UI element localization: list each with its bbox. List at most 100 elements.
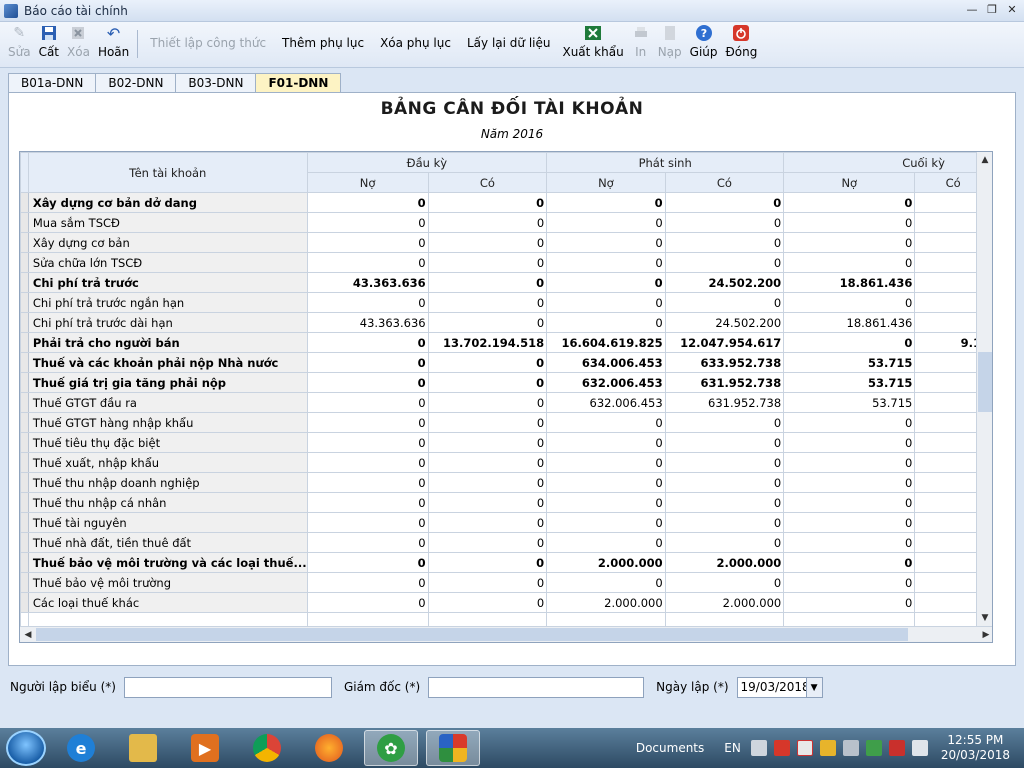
opening-credit-cell[interactable]: 0 xyxy=(427,532,548,553)
opening-debit-cell[interactable]: 43.363.636 xyxy=(306,312,429,333)
taskbar-explorer[interactable] xyxy=(116,730,170,766)
taskbar-misa[interactable] xyxy=(426,730,480,766)
opening-debit-cell[interactable]: 0 xyxy=(306,512,429,533)
closing-debit-cell[interactable]: 0 xyxy=(783,592,916,613)
closing-debit-cell[interactable]: 0 xyxy=(783,212,916,233)
movement-debit-cell[interactable]: 632.006.453 xyxy=(546,372,666,393)
opening-credit-cell[interactable]: 0 xyxy=(427,352,548,373)
taskbar-coccoc[interactable]: ✿ xyxy=(364,730,418,766)
opening-debit-cell[interactable]: 0 xyxy=(306,492,429,513)
account-name-cell[interactable]: Chi phí trả trước xyxy=(27,272,308,293)
opening-debit-cell[interactable]: 0 xyxy=(306,212,429,233)
movement-debit-cell[interactable]: 0 xyxy=(546,232,666,253)
table-row[interactable]: Phải trả cho người bán 0 13.702.194.518 16.… xyxy=(20,332,992,353)
table-row[interactable]: Xây dựng cơ bản dở dang 0 0 0 0 0 xyxy=(20,192,992,213)
movement-debit-cell[interactable]: 0 xyxy=(546,472,666,493)
table-row[interactable]: Sửa chữa lớn TSCĐ 0 0 0 0 0 xyxy=(20,252,992,273)
movement-debit-cell[interactable]: 0 xyxy=(546,192,666,213)
movement-credit-cell[interactable]: 0 xyxy=(664,212,785,233)
closing-debit-cell[interactable]: 0 xyxy=(783,412,916,433)
scroll-up-icon[interactable]: ▲ xyxy=(977,152,992,168)
row-selector[interactable] xyxy=(20,572,29,593)
account-name-cell[interactable]: Chi phí trả trước ngắn hạn xyxy=(27,292,308,313)
add-appendix-button[interactable]: Thêm phụ lục xyxy=(274,22,372,50)
movement-credit-cell[interactable]: 0 xyxy=(664,532,785,553)
movement-credit-cell[interactable]: 2.000.000 xyxy=(664,552,785,573)
movement-debit-cell[interactable]: 0 xyxy=(546,512,666,533)
close-icon[interactable]: ✕ xyxy=(1004,2,1020,18)
row-selector[interactable] xyxy=(20,432,29,453)
movement-credit-cell[interactable]: 0 xyxy=(664,412,785,433)
opening-debit-cell[interactable]: 0 xyxy=(306,532,429,553)
movement-debit-cell[interactable]: 2.000.000 xyxy=(546,552,666,573)
movement-credit-cell[interactable]: 24.502.200 xyxy=(664,312,785,333)
opening-debit-cell[interactable]: 0 xyxy=(306,332,429,353)
account-name-cell[interactable]: Thuế và các khoản phải nộp Nhà nước xyxy=(27,352,308,373)
table-row[interactable]: Chi phí trả trước 43.363.636 0 0 24.502.200 1… xyxy=(20,272,992,293)
row-selector[interactable] xyxy=(20,492,29,513)
row-selector[interactable] xyxy=(20,552,29,573)
account-name-cell[interactable]: Thuế GTGT hàng nhập khẩu xyxy=(27,412,308,433)
opening-debit-cell[interactable]: 0 xyxy=(306,192,429,213)
movement-debit-cell[interactable]: 0 xyxy=(546,292,666,313)
movement-debit-cell[interactable]: 0 xyxy=(546,312,666,333)
movement-debit-cell[interactable]: 0 xyxy=(546,252,666,273)
col-header-movement-credit[interactable]: Có xyxy=(664,172,785,193)
movement-credit-cell[interactable]: 631.952.738 xyxy=(664,372,785,393)
opening-credit-cell[interactable]: 0 xyxy=(427,232,548,253)
closing-debit-cell[interactable]: 18.861.436 xyxy=(783,312,916,333)
opening-debit-cell[interactable]: 0 xyxy=(306,572,429,593)
start-button[interactable] xyxy=(6,730,46,766)
closing-debit-cell[interactable]: 0 xyxy=(783,192,916,213)
movement-debit-cell[interactable]: 0 xyxy=(546,452,666,473)
account-name-cell[interactable]: Thuế bảo vệ môi trường và các loại thuế.… xyxy=(27,552,308,573)
movement-debit-cell[interactable]: 634.006.453 xyxy=(546,352,666,373)
movement-credit-cell[interactable]: 0 xyxy=(664,192,785,213)
movement-credit-cell[interactable]: 633.952.738 xyxy=(664,352,785,373)
account-name-cell[interactable]: Thuế tài nguyên xyxy=(27,512,308,533)
row-selector[interactable] xyxy=(20,392,29,413)
muted-icon[interactable] xyxy=(888,740,905,756)
row-selector[interactable] xyxy=(20,252,29,273)
movement-credit-cell[interactable]: 631.952.738 xyxy=(664,392,785,413)
closing-debit-cell[interactable]: 53.715 xyxy=(783,392,916,413)
table-row[interactable]: Thuế thu nhập doanh nghiệp 0 0 0 0 0 xyxy=(20,472,992,493)
row-selector[interactable] xyxy=(20,412,29,433)
clock[interactable]: 12:55 PM 20/03/2018 xyxy=(941,733,1010,763)
opening-credit-cell[interactable]: 0 xyxy=(427,412,548,433)
opening-credit-cell[interactable]: 0 xyxy=(427,452,548,473)
account-name-cell[interactable]: Thuế nhà đất, tiền thuê đất xyxy=(27,532,308,553)
row-selector[interactable] xyxy=(20,292,29,313)
table-row[interactable]: Các loại thuế khác 0 0 2.000.000 2.000.000 0 xyxy=(20,592,992,613)
opening-credit-cell[interactable]: 0 xyxy=(427,432,548,453)
movement-credit-cell[interactable]: 0 xyxy=(664,292,785,313)
closing-debit-cell[interactable]: 53.715 xyxy=(783,372,916,393)
taskbar-chrome[interactable] xyxy=(240,730,294,766)
opening-credit-cell[interactable]: 0 xyxy=(427,392,548,413)
opening-debit-cell[interactable]: 0 xyxy=(306,592,429,613)
table-row[interactable]: Thuế tiêu thụ đặc biệt 0 0 0 0 0 xyxy=(20,432,992,453)
closing-debit-cell[interactable]: 0 xyxy=(783,572,916,593)
language-indicator[interactable]: EN xyxy=(724,741,741,755)
account-name-cell[interactable]: Mua sắm TSCĐ xyxy=(27,212,308,233)
opening-credit-cell[interactable]: 0 xyxy=(427,572,548,593)
opening-credit-cell[interactable]: 13.702.194.518 xyxy=(427,332,548,353)
account-name-cell[interactable]: Thuế thu nhập doanh nghiệp xyxy=(27,472,308,493)
opening-credit-cell[interactable]: 0 xyxy=(427,552,548,573)
vietkey-icon[interactable] xyxy=(796,740,813,756)
movement-debit-cell[interactable]: 0 xyxy=(546,272,666,293)
vertical-scroll-thumb[interactable] xyxy=(978,352,992,412)
opening-debit-cell[interactable]: 0 xyxy=(306,452,429,473)
row-selector[interactable] xyxy=(20,592,29,613)
col-header-opening-credit[interactable]: Có xyxy=(427,172,548,193)
table-row[interactable]: Thuế GTGT hàng nhập khẩu 0 0 0 0 0 xyxy=(20,412,992,433)
table-row[interactable]: Chi phí trả trước dài hạn 43.363.636 0 0 24.… xyxy=(20,312,992,333)
movement-credit-cell[interactable]: 0 xyxy=(664,432,785,453)
row-selector[interactable] xyxy=(20,372,29,393)
taskbar-media[interactable]: ▶ xyxy=(178,730,232,766)
opening-credit-cell[interactable]: 0 xyxy=(427,212,548,233)
movement-debit-cell[interactable]: 0 xyxy=(546,212,666,233)
opening-debit-cell[interactable]: 0 xyxy=(306,352,429,373)
account-name-cell[interactable]: Thuế tiêu thụ đặc biệt xyxy=(27,432,308,453)
help-button[interactable]: ? Giúp xyxy=(686,22,722,59)
